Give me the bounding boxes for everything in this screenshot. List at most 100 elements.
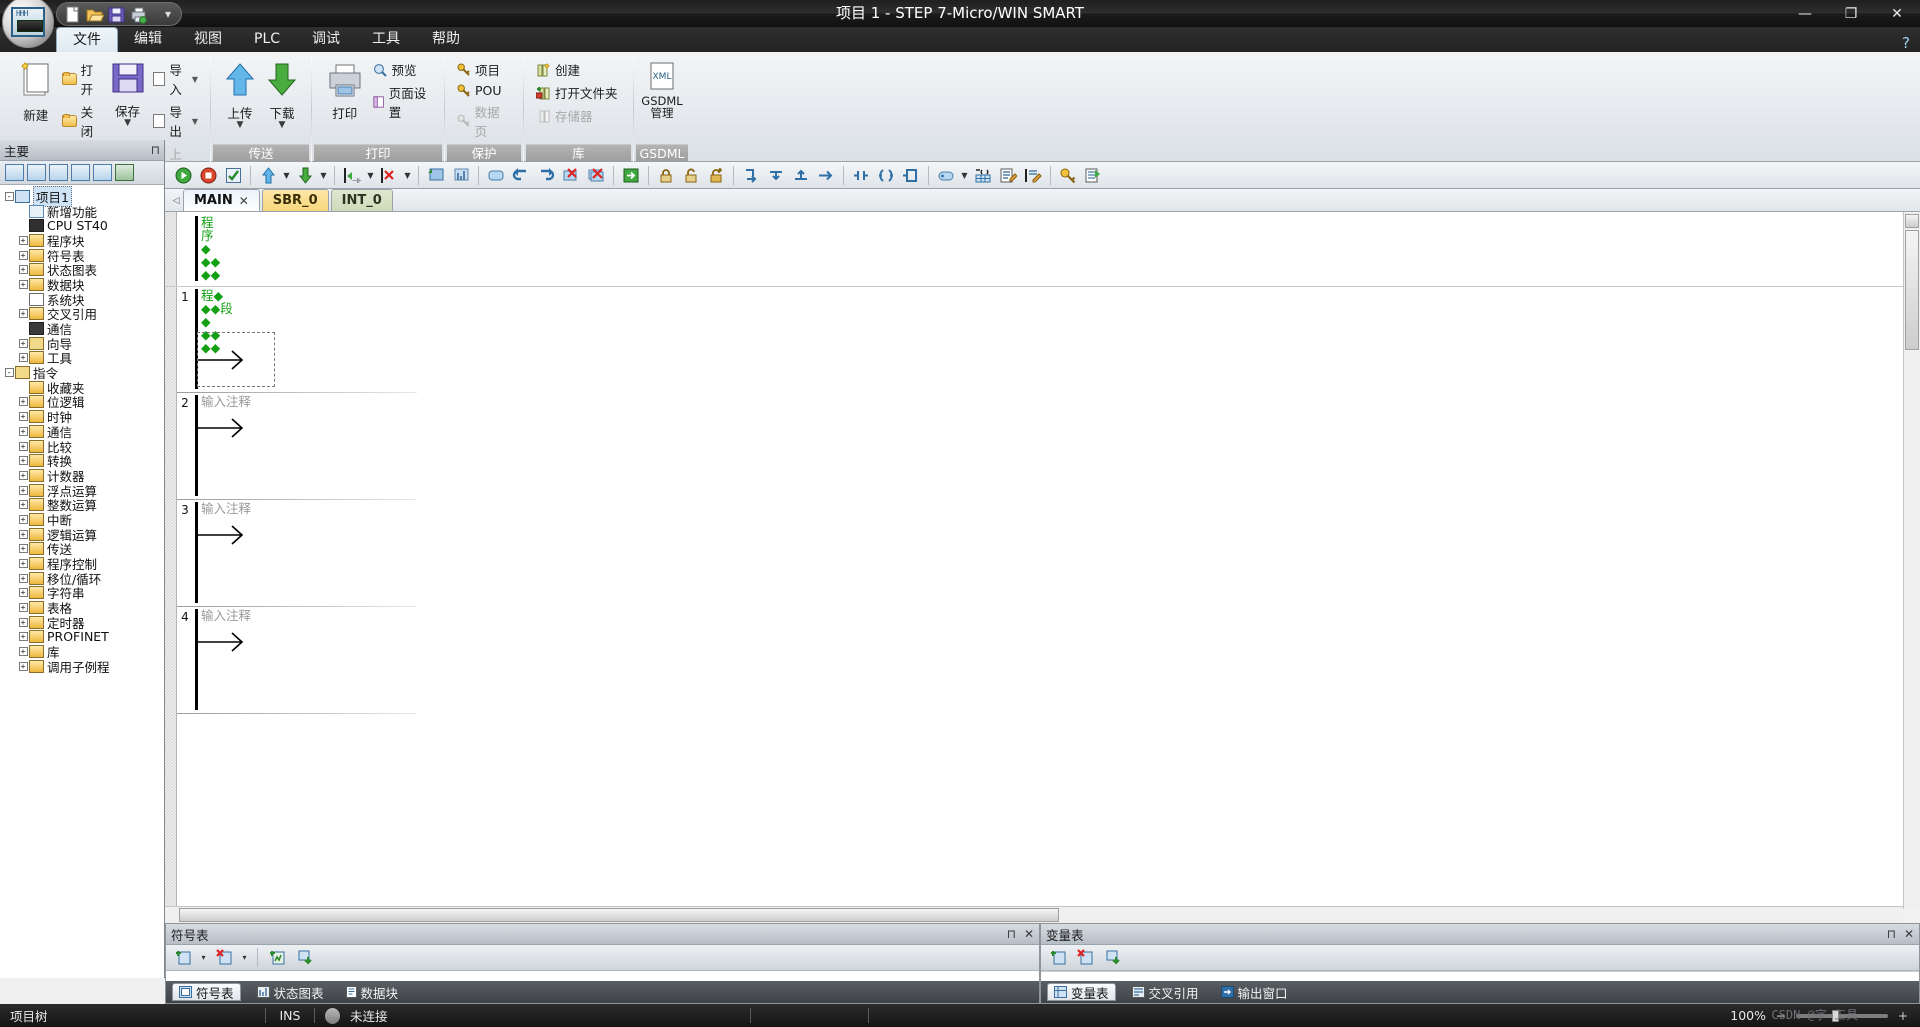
status-project-tree[interactable]: 项目树 — [0, 1004, 265, 1027]
protect-key-icon[interactable] — [1056, 164, 1080, 187]
symbol-table-toggle-icon[interactable] — [971, 164, 995, 187]
tree-expander[interactable]: + — [18, 500, 28, 510]
import-button[interactable]: 导入 ▼ — [149, 59, 202, 99]
project-tree[interactable]: - 项目1 新增功能 CPU ST40 + 程序块 + 符号表 + 状态图表 + 数据块 系统块 + 交叉引… — [0, 185, 164, 975]
tree-item[interactable]: + 交叉引用 — [4, 307, 164, 322]
dock-tab-symbol-table[interactable]: 符号表 — [172, 983, 241, 1001]
ladder-canvas[interactable]: 程序 ◆ ◆◆ ◆◆ 1 程◆ ◆◆段 ◆ ◆◆ ◆◆ 2 输入注释 3 输入注释 4 输入注释 — [165, 212, 1920, 909]
execute-icon[interactable] — [619, 164, 643, 187]
tree-expander[interactable]: + — [18, 661, 28, 671]
insert-row-icon[interactable] — [1046, 946, 1070, 969]
insert-network-caret-icon[interactable]: ▼ — [365, 164, 376, 187]
delete-row-icon[interactable] — [1073, 946, 1097, 969]
ribbon-tab-plc[interactable]: PLC — [238, 27, 296, 52]
dock-tab-output-window[interactable]: 输出窗口 — [1215, 983, 1294, 1001]
apply-symbols-icon[interactable] — [265, 946, 289, 969]
write-plc-icon[interactable] — [534, 164, 558, 187]
insert-row-caret-icon[interactable]: ▾ — [198, 946, 209, 969]
comment-edit-icon[interactable] — [996, 164, 1020, 187]
rung[interactable]: 4 输入注释 — [165, 607, 1903, 714]
open-project-button[interactable]: 打开 — [58, 59, 106, 99]
tree-expander[interactable]: + — [18, 441, 28, 451]
ribbon-tab-view[interactable]: 视图 — [178, 27, 238, 52]
download-icon[interactable] — [293, 164, 317, 187]
tree-expander[interactable]: + — [18, 647, 28, 657]
tree-item[interactable]: 新增功能 — [4, 204, 164, 220]
zoom-in-button[interactable]: + — [1896, 1008, 1910, 1023]
export-button[interactable]: 导出 ▼ — [149, 101, 202, 141]
expand-icon[interactable]: + — [18, 632, 28, 642]
expand-icon[interactable]: + — [18, 603, 28, 613]
qat-dropdown-icon[interactable]: ▾ — [163, 8, 173, 20]
export-table-icon[interactable] — [1081, 164, 1105, 187]
print-button[interactable]: 打印 — [320, 57, 369, 122]
tree-expander[interactable]: + — [18, 603, 28, 613]
close-button[interactable]: ✕ — [1874, 0, 1920, 27]
data-block-icon[interactable] — [49, 164, 68, 181]
library-create-button[interactable]: 创建 — [532, 59, 625, 80]
tree-item[interactable]: + 整数运算 — [4, 497, 164, 513]
upload-button[interactable]: 上传 ▼ — [219, 57, 261, 130]
tree-item[interactable]: + 工具 — [4, 351, 164, 366]
branch-merge-down-icon[interactable] — [764, 164, 788, 187]
lock-closed-icon[interactable] — [654, 164, 678, 187]
tree-expander[interactable]: + — [18, 412, 28, 422]
communication-icon[interactable] — [115, 164, 134, 181]
tree-expander[interactable]: + — [18, 397, 28, 407]
ribbon-tab-edit[interactable]: 编辑 — [118, 27, 178, 52]
expand-icon[interactable]: + — [18, 514, 28, 524]
export-caret-icon[interactable]: ▼ — [192, 117, 198, 126]
tree-item[interactable]: + 逻辑运算 — [4, 527, 164, 543]
expand-icon[interactable]: + — [18, 353, 28, 363]
program-status-icon[interactable] — [424, 164, 448, 187]
ribbon-tab-file[interactable]: 文件 — [56, 27, 118, 52]
expand-icon[interactable]: + — [18, 529, 28, 539]
selection-box[interactable] — [197, 332, 275, 387]
close-icon[interactable]: ✕ — [239, 190, 249, 212]
save-icon[interactable] — [107, 5, 126, 24]
expand-icon[interactable]: + — [18, 661, 28, 671]
tree-expander[interactable]: + — [18, 544, 28, 554]
contact-no-icon[interactable] — [849, 164, 873, 187]
upload-icon[interactable] — [256, 164, 280, 187]
toggle-label-icon[interactable] — [934, 164, 958, 187]
status-insert-mode[interactable]: INS — [266, 1004, 314, 1027]
unforce-all-icon[interactable] — [584, 164, 608, 187]
sort-icon[interactable] — [1100, 946, 1124, 969]
tree-expander[interactable]: + — [18, 456, 28, 466]
chart-status-icon[interactable] — [449, 164, 473, 187]
tree-expander[interactable]: + — [18, 514, 28, 524]
ribbon-tab-debug[interactable]: 调试 — [296, 27, 356, 52]
expand-icon[interactable]: + — [18, 617, 28, 627]
tree-expander[interactable]: - — [4, 191, 14, 201]
pin-icon[interactable]: ⊓ — [151, 143, 160, 157]
branch-down-icon[interactable] — [739, 164, 763, 187]
editor-horizontal-scrollbar[interactable] — [165, 906, 1903, 923]
close-project-button[interactable]: 关闭 — [58, 101, 106, 141]
tree-expander[interactable]: + — [18, 279, 28, 289]
pin-icon[interactable]: ⊓ — [1007, 927, 1016, 941]
expand-icon[interactable]: + — [18, 412, 28, 422]
rung[interactable]: 3 输入注释 — [165, 500, 1903, 607]
tree-item[interactable]: + PROFINET — [4, 629, 164, 644]
vertical-scroll-thumb[interactable] — [1905, 230, 1919, 350]
editor-tab-main[interactable]: MAIN ✕ — [183, 189, 260, 211]
tree-expander[interactable]: + — [18, 559, 28, 569]
download-caret-icon[interactable]: ▼ — [279, 121, 286, 130]
import-caret-icon[interactable]: ▼ — [192, 75, 198, 84]
tree-expander[interactable]: + — [18, 617, 28, 627]
branch-up-icon[interactable] — [789, 164, 813, 187]
collapse-icon[interactable]: - — [4, 191, 14, 201]
editor-tab-int0[interactable]: INT_0 — [330, 189, 393, 211]
toggle-label-caret-icon[interactable]: ▼ — [959, 164, 970, 187]
tree-item[interactable]: + 通信 — [4, 424, 164, 440]
tree-expander[interactable]: + — [18, 485, 28, 495]
expand-icon[interactable]: + — [18, 235, 28, 245]
tree-expander[interactable]: + — [18, 265, 28, 275]
rung[interactable]: 2 输入注释 — [165, 393, 1903, 500]
protect-pou-button[interactable]: POU — [453, 82, 515, 99]
editor-tab-sbr0[interactable]: SBR_0 — [261, 189, 329, 211]
read-plc-icon[interactable] — [509, 164, 533, 187]
insert-network-icon[interactable]: ⊣⊢ — [340, 164, 364, 187]
expand-icon[interactable]: + — [18, 544, 28, 554]
